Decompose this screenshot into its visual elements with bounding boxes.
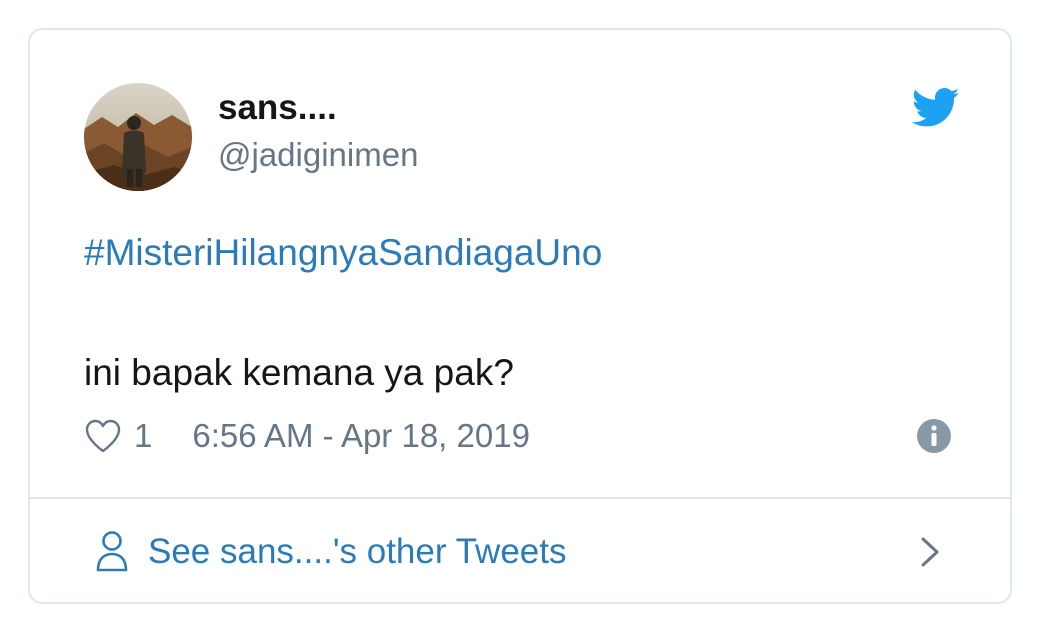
chevron-right-icon[interactable] bbox=[918, 535, 942, 569]
tweet-text: ini bapak kemana ya pak? bbox=[84, 352, 514, 393]
author-display-name[interactable]: sans.... bbox=[218, 88, 337, 128]
twitter-bird-icon[interactable] bbox=[911, 88, 960, 128]
like-count: 1 bbox=[134, 417, 153, 454]
see-other-tweets-link[interactable]: See sans....'s other Tweets bbox=[30, 499, 1010, 604]
heart-icon[interactable] bbox=[84, 418, 122, 454]
tweet-timestamp[interactable]: 6:56 AM - Apr 18, 2019 bbox=[192, 417, 530, 455]
author-handle[interactable]: @jadiginimen bbox=[218, 136, 418, 174]
avatar[interactable] bbox=[84, 83, 192, 191]
info-icon[interactable] bbox=[916, 418, 952, 454]
hashtag-link[interactable]: #MisteriHilangnyaSandiagaUno bbox=[84, 232, 602, 274]
see-other-tweets-label[interactable]: See sans....'s other Tweets bbox=[148, 532, 566, 572]
person-icon bbox=[94, 529, 130, 573]
embedded-tweet-card: sans.... @jadiginimen #MisteriHilangnyaS… bbox=[28, 28, 1012, 604]
tweet-meta: 1 6:56 AM - Apr 18, 2019 bbox=[84, 414, 530, 458]
